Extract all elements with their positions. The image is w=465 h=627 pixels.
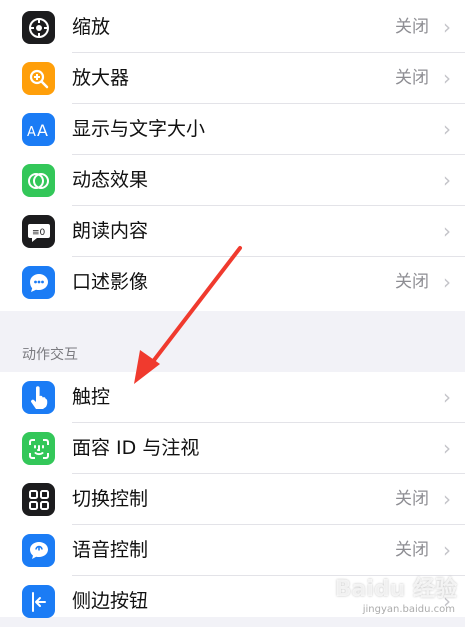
row-label: 切换控制 [72,488,149,510]
chevron-right-icon: › [443,15,451,39]
row-label: 放大器 [72,67,130,89]
svg-text:A: A [27,125,36,140]
row-value: 关闭 [395,540,429,560]
audio-description-icon [22,266,55,299]
watermark-url: jingyan.baidu.com [362,604,455,615]
speech-bubble-icon: ≡0 [22,215,55,248]
face-id-icon [22,432,55,465]
row-value: 关闭 [395,489,429,509]
row-switch-control[interactable]: 切换控制 关闭 › [0,474,465,525]
row-label: 显示与文字大小 [72,118,206,140]
chevron-right-icon: › [443,538,451,562]
row-value: 关闭 [395,17,429,37]
row-value: 关闭 [395,272,429,292]
row-voice-control[interactable]: 语音控制 关闭 › [0,525,465,576]
chevron-right-icon: › [443,168,451,192]
row-label: 语音控制 [72,539,149,561]
row-label: 口述影像 [72,271,149,293]
row-touch[interactable]: 触控 › [0,372,465,423]
switch-control-icon [22,483,55,516]
row-label: 朗读内容 [72,220,149,242]
row-motion[interactable]: 动态效果 › [0,155,465,206]
chevron-right-icon: › [443,117,451,141]
section-header-interaction: 动作交互 [22,347,78,363]
side-button-icon [22,585,55,618]
chevron-right-icon: › [443,436,451,460]
row-label: 缩放 [72,16,111,38]
chevron-right-icon: › [443,66,451,90]
row-display-text-size[interactable]: AA 显示与文字大小 › [0,104,465,155]
voice-control-icon [22,534,55,567]
settings-group-vision: 缩放 关闭 › 放大器 关闭 › AA 显示与文字大小 › 动态效果 › ≡0 [0,0,465,311]
magnifier-icon [22,62,55,95]
chevron-right-icon: › [443,219,451,243]
row-audio-description[interactable]: 口述影像 关闭 › [0,257,465,308]
watermark-logo: Baidu 经验 [334,577,457,602]
row-zoom[interactable]: 缩放 关闭 › [0,2,465,53]
row-label: 动态效果 [72,169,149,191]
row-label: 侧边按钮 [72,590,149,612]
chevron-right-icon: › [443,270,451,294]
row-label: 面容 ID 与注视 [72,437,200,459]
row-magnifier[interactable]: 放大器 关闭 › [0,53,465,104]
motion-icon [22,164,55,197]
svg-text:≡0: ≡0 [32,228,46,238]
row-spoken-content[interactable]: ≡0 朗读内容 › [0,206,465,257]
svg-text:A: A [37,121,48,140]
row-value: 关闭 [395,68,429,88]
chevron-right-icon: › [443,385,451,409]
touch-icon [22,381,55,414]
chevron-right-icon: › [443,487,451,511]
zoom-icon [22,11,55,44]
row-face-id-attention[interactable]: 面容 ID 与注视 › [0,423,465,474]
row-label: 触控 [72,386,111,408]
text-size-icon: AA [22,113,55,146]
